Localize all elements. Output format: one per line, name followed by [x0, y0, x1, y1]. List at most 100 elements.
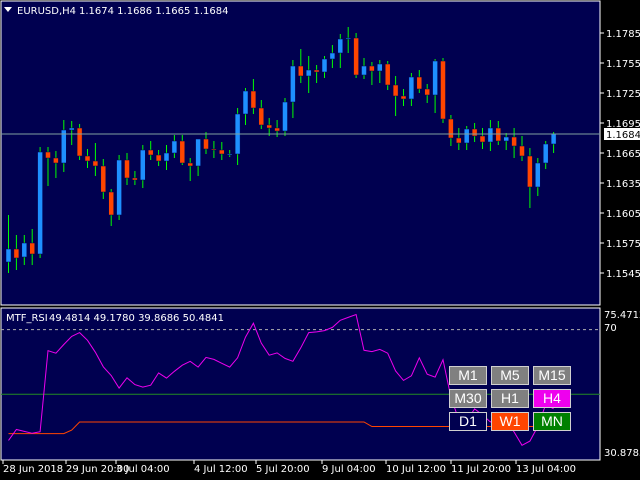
price-tick-label: 1.1605	[606, 209, 640, 220]
price-tick-label: 1.1725	[606, 89, 640, 100]
candle-bear	[84, 155, 91, 162]
candle-bear	[147, 149, 154, 156]
candle-bull	[550, 133, 557, 145]
candle-bull	[345, 37, 351, 40]
price-pane[interactable]	[0, 0, 601, 306]
price-tick-label: 1.1575	[606, 239, 640, 250]
candle-bull	[408, 76, 415, 100]
tf-button-mn[interactable]: MN	[533, 412, 571, 431]
rsi-axis-top: 75.4712	[604, 310, 640, 321]
candle-bear	[384, 63, 391, 86]
candle-bull	[140, 149, 146, 181]
candle-bear	[511, 136, 517, 147]
candle-bear	[416, 76, 423, 90]
candle-bear	[479, 135, 486, 143]
candle-bull	[329, 52, 336, 60]
candle-bear	[13, 248, 20, 259]
candle-bull	[337, 38, 344, 54]
price-tick-label: 1.1785	[606, 29, 640, 40]
time-tick-label: 9 Jul 04:00	[322, 464, 376, 475]
candle-bear	[187, 162, 193, 167]
candle-bull	[61, 129, 67, 164]
candle-bear	[29, 242, 35, 255]
time-tick-label: 5 Jul 20:00	[256, 464, 310, 475]
candle-bull	[195, 138, 201, 167]
candle-bull	[377, 63, 383, 72]
candle-bear	[258, 107, 265, 126]
candle-bull	[305, 69, 312, 77]
candle-bear	[266, 124, 272, 129]
tf-button-m1[interactable]: M1	[449, 366, 487, 385]
ohlc-readout: 1.1674 1.1686 1.1665 1.1684	[79, 6, 229, 17]
price-tick-label: 1.1755	[606, 59, 640, 70]
tf-button-m5[interactable]: M5	[491, 366, 529, 385]
candle-bear	[274, 127, 280, 132]
current-price-label: 1.1684	[606, 130, 640, 141]
price-tick-label: 1.1635	[606, 179, 640, 190]
candle-bull	[116, 159, 122, 216]
time-axis[interactable]: 28 Jun 2018 29 Jun 20:003 Jul 04:00 4 Jul …	[2, 460, 576, 475]
rsi-axis-bottom: 30.8785	[604, 448, 640, 459]
candle-bear	[456, 137, 462, 144]
candle-bear	[124, 159, 130, 179]
candle-bear	[353, 37, 359, 76]
time-tick-label: 28 Jun 2018	[3, 464, 63, 475]
rsi-title: MTF_RSI	[6, 313, 48, 324]
timeframe-panel: M1 M5 M15 M30 H1 H4 D1 W1 MN	[449, 366, 573, 435]
candle-bear	[155, 154, 162, 162]
time-tick-label: 10 Jul 12:00	[386, 464, 446, 475]
tf-button-h4[interactable]: H4	[533, 389, 571, 408]
rsi-axis-level: 70	[604, 323, 617, 334]
candle-bull	[242, 90, 249, 115]
candle-bear	[471, 128, 478, 137]
candle-bear	[440, 60, 446, 120]
candle-bull	[463, 128, 470, 144]
candle-bull	[432, 60, 438, 96]
candle-bear	[392, 84, 399, 97]
candle-bull	[171, 140, 178, 154]
candle-bull	[21, 242, 28, 258]
candle-bull	[282, 101, 288, 132]
candle-bear	[76, 127, 83, 157]
candle-bear	[400, 95, 407, 100]
candle-bear	[108, 191, 114, 216]
candle-bear	[132, 177, 138, 181]
price-axis[interactable]: 1.17851.17551.17251.16951.16651.16351.16…	[600, 29, 640, 280]
candle-bear	[203, 138, 209, 150]
time-tick-label: 13 Jul 04:00	[516, 464, 576, 475]
rsi-values: 49.4814 49.1780 39.8686 50.4841	[49, 313, 224, 324]
candle-bull	[361, 65, 367, 76]
tf-button-d1[interactable]: D1	[449, 412, 487, 431]
price-tick-label: 1.1545	[606, 269, 640, 280]
candle-bear	[211, 148, 217, 151]
symbol-title: EURUSD,H4	[17, 6, 76, 17]
tf-button-w1[interactable]: W1	[491, 412, 529, 431]
candle-bear	[369, 65, 375, 72]
candle-bear	[53, 157, 59, 164]
candle-bull	[68, 127, 75, 131]
candle-bear	[448, 118, 454, 139]
tf-button-h1[interactable]: H1	[491, 389, 529, 408]
candle-bear	[45, 151, 51, 159]
candle-bear	[313, 69, 320, 73]
price-tick-label: 1.1665	[606, 149, 640, 160]
tf-button-m15[interactable]: M15	[533, 366, 571, 385]
candle-bull	[321, 58, 328, 73]
candle-bear	[219, 149, 225, 155]
candle-bull	[290, 65, 296, 103]
candle-bull	[37, 151, 43, 255]
candle-bull	[487, 127, 494, 143]
candle-bear	[527, 155, 533, 188]
candle-bull	[535, 162, 541, 188]
candle-bear	[519, 145, 525, 157]
time-tick-label: 3 Jul 04:00	[116, 464, 170, 475]
candle-bear	[298, 65, 304, 77]
candle-bull	[163, 152, 170, 162]
candle-bear	[179, 140, 186, 164]
candle-bull	[542, 143, 549, 164]
candle-bear	[100, 165, 107, 193]
candle-bear	[250, 90, 257, 109]
candle-bull	[503, 136, 509, 142]
time-tick-label: 11 Jul 20:00	[451, 464, 511, 475]
tf-button-m30[interactable]: M30	[449, 389, 487, 408]
